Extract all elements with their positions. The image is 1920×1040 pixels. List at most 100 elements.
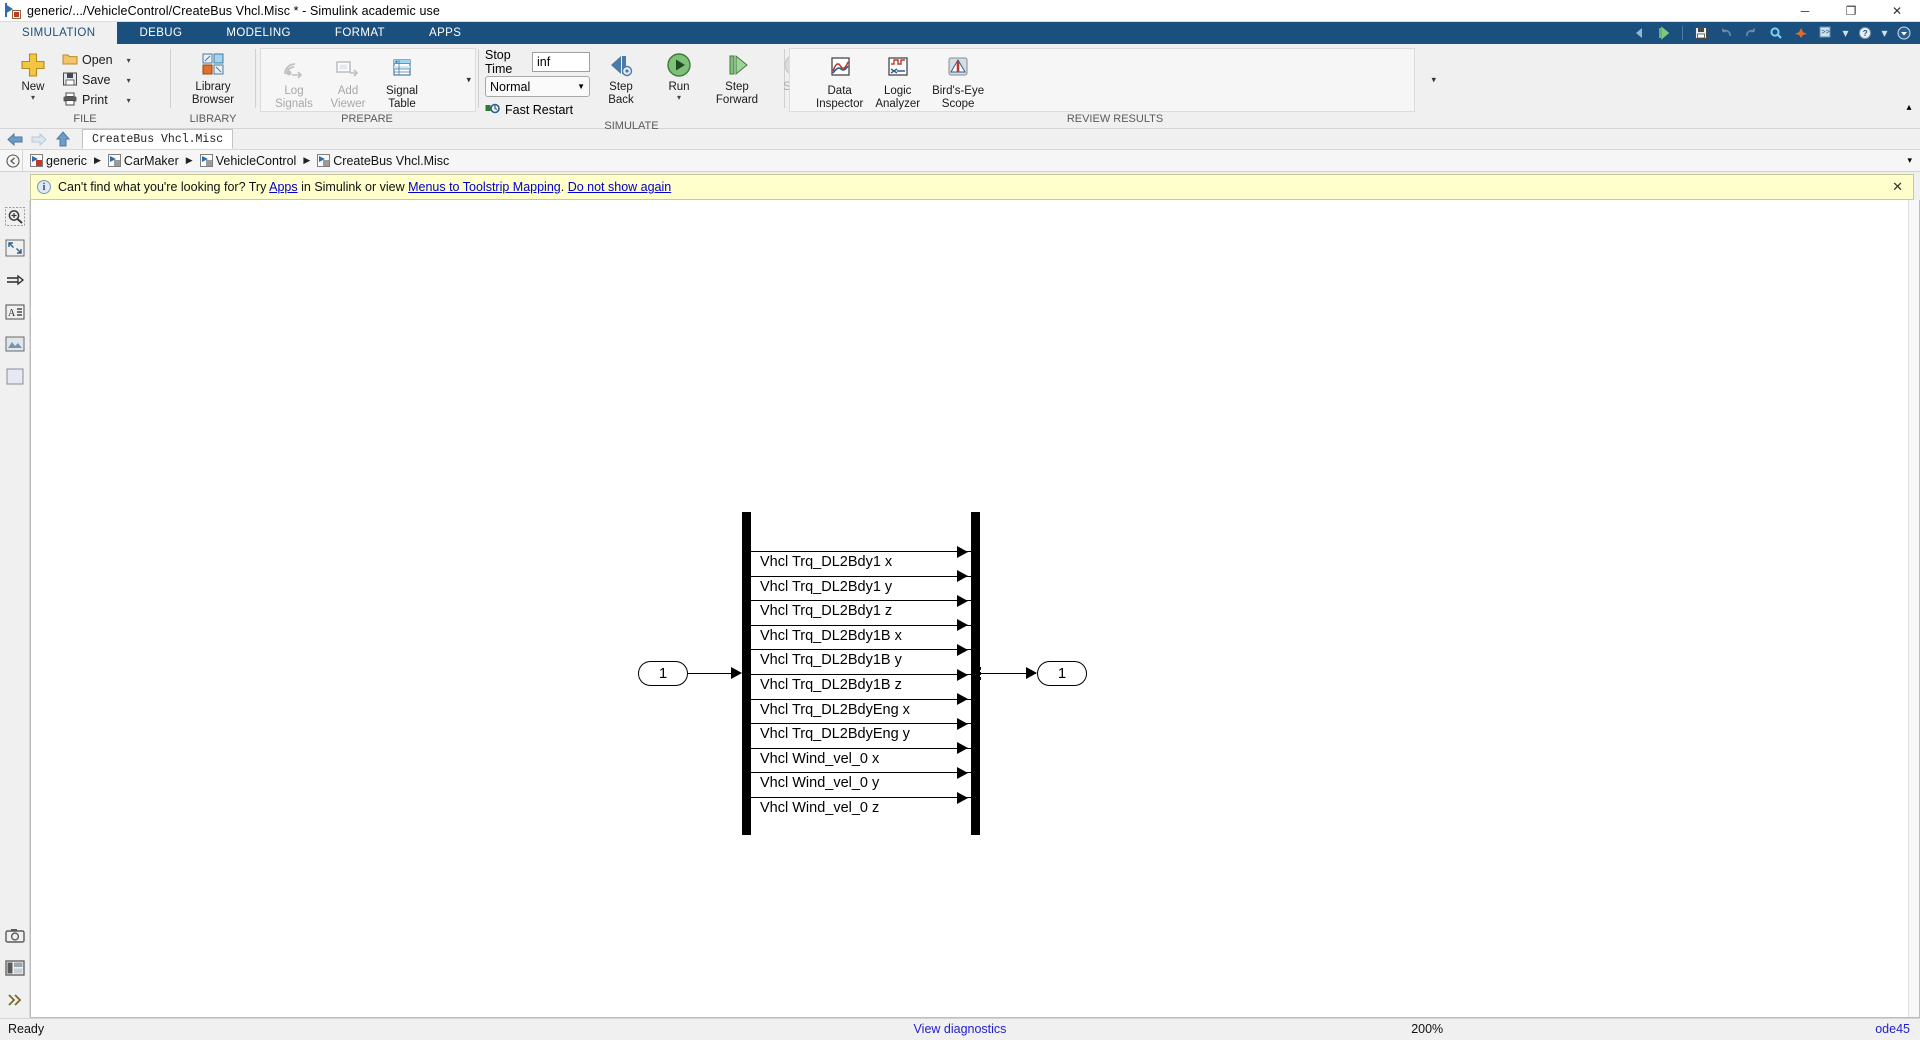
forward-arrow-icon[interactable] — [28, 130, 50, 149]
breadcrumb-item-carmaker[interactable]: CarMaker — [106, 154, 181, 168]
step-back-button[interactable]: Step Back — [594, 48, 648, 106]
printer-icon — [62, 92, 78, 109]
banner-close-icon[interactable]: ✕ — [1888, 179, 1907, 195]
breadcrumb-expand-icon[interactable]: ▾ — [1907, 155, 1920, 166]
bus-signal-label[interactable]: Vhcl Trq_DL2Bdy1 x — [760, 554, 892, 570]
outport-block[interactable]: 1 — [1037, 661, 1087, 686]
outport-label: 1 — [1057, 665, 1067, 682]
print-button-label: Print — [82, 93, 108, 107]
qat-help-icon[interactable]: ? — [1855, 24, 1875, 42]
prepare-overflow-caret-icon[interactable]: ▾ — [466, 75, 471, 86]
bus-signal-label[interactable]: Vhcl Trq_DL2Bdy1B x — [760, 628, 902, 644]
qat-back-arrow-icon[interactable] — [1629, 24, 1649, 42]
bus-selector-input-bar[interactable] — [742, 512, 751, 835]
inport-block[interactable]: 1 — [638, 661, 688, 686]
qat-search-icon[interactable] — [1766, 24, 1786, 42]
bus-signal-label[interactable]: Vhcl Trq_DL2Bdy1 z — [760, 603, 892, 619]
input-wire[interactable] — [688, 673, 734, 675]
ribbon-group-library: Library Browser LIBRARY — [171, 44, 255, 128]
bus-signal-label[interactable]: Vhcl Trq_DL2Bdy1B y — [760, 652, 902, 668]
save-button[interactable]: Save ▾ — [60, 70, 133, 90]
banner-link-dismiss[interactable]: Do not show again — [568, 180, 672, 194]
qat-help-caret-icon[interactable]: ▾ — [1880, 24, 1889, 42]
tab-apps[interactable]: APPS — [407, 22, 483, 44]
ribbon-collapse-icon[interactable]: ▴ — [1906, 102, 1911, 113]
bus-signal-arrow-icon — [957, 693, 968, 706]
tab-modeling[interactable]: MODELING — [204, 22, 313, 44]
close-button[interactable]: ✕ — [1874, 0, 1920, 21]
banner-link-apps[interactable]: Apps — [269, 180, 298, 194]
breadcrumb-item-createbus[interactable]: CreateBus Vhcl.Misc — [315, 154, 451, 168]
fit-to-view-icon[interactable] — [4, 238, 26, 258]
log-signals-button[interactable]: Log Signals — [267, 52, 321, 110]
add-viewer-button[interactable]: Add Viewer — [321, 52, 375, 110]
plus-icon — [20, 50, 46, 80]
layout-icon[interactable] — [4, 958, 26, 978]
back-arrow-icon[interactable] — [4, 130, 26, 149]
new-button[interactable]: New ▾ — [6, 48, 60, 102]
model-tab[interactable]: CreateBus Vhcl.Misc — [82, 129, 234, 149]
stop-time-input[interactable] — [532, 51, 590, 72]
save-caret-icon[interactable]: ▾ — [117, 76, 131, 85]
qat-shortcuts-icon[interactable]: >> — [1816, 24, 1836, 42]
tab-debug[interactable]: DEBUG — [117, 22, 204, 44]
inport-label: 1 — [658, 665, 668, 682]
simulink-app-icon — [5, 2, 21, 19]
print-caret-icon[interactable]: ▾ — [117, 96, 131, 105]
status-view-diagnostics-link[interactable]: View diagnostics — [914, 1022, 1007, 1036]
qat-redo-icon[interactable] — [1741, 24, 1761, 42]
camera-icon[interactable] — [4, 926, 26, 946]
area-icon[interactable] — [4, 366, 26, 386]
qat-separator — [1682, 26, 1683, 40]
bus-signal-label[interactable]: Vhcl Wind_vel_0 z — [760, 800, 879, 816]
library-browser-button[interactable]: Library Browser — [186, 48, 240, 106]
image-icon[interactable] — [4, 334, 26, 354]
run-button[interactable]: Run ▾ — [652, 48, 706, 102]
breadcrumb-item-generic[interactable]: generic — [28, 154, 89, 168]
logic-analyzer-button[interactable]: Logic Analyzer — [869, 52, 926, 110]
qat-matlab-icon[interactable] — [1791, 24, 1811, 42]
banner-link-mapping[interactable]: Menus to Toolstrip Mapping — [408, 180, 561, 194]
qat-run-icon[interactable] — [1654, 24, 1674, 42]
bus-signal-label[interactable]: Vhcl Trq_DL2Bdy1B z — [760, 677, 902, 693]
bus-signal-label[interactable]: Vhcl Wind_vel_0 y — [760, 775, 879, 791]
chevron-double-right-icon[interactable] — [4, 990, 26, 1010]
bus-signal-label[interactable]: Vhcl Wind_vel_0 x — [760, 751, 879, 767]
qat-save-icon[interactable] — [1691, 24, 1711, 42]
bus-signal-label[interactable]: Vhcl Trq_DL2BdyEng y — [760, 726, 910, 742]
qat-undo-icon[interactable] — [1716, 24, 1736, 42]
minimize-button[interactable]: ─ — [1782, 0, 1828, 21]
review-results-overflow-caret-icon[interactable]: ▾ — [1431, 75, 1436, 86]
canvas-vertical-scrollbar[interactable] — [1908, 200, 1919, 1017]
bus-signal-arrow-icon — [957, 791, 968, 804]
bus-signal-label[interactable]: Vhcl Trq_DL2Bdy1 y — [760, 579, 892, 595]
fast-restart-toggle[interactable]: Fast Restart — [485, 101, 590, 119]
qat-shortcuts-caret-icon[interactable]: ▾ — [1841, 24, 1850, 42]
bus-signal-label[interactable]: Vhcl Trq_DL2BdyEng x — [760, 702, 910, 718]
tab-simulation[interactable]: SIMULATION — [0, 22, 118, 44]
status-solver[interactable]: ode45 — [1875, 1022, 1920, 1036]
print-button[interactable]: Print ▾ — [60, 90, 133, 110]
run-caret-icon[interactable]: ▾ — [677, 94, 681, 102]
signal-table-button[interactable]: Signal Table — [375, 52, 429, 110]
step-forward-button[interactable]: Step Forward — [710, 48, 764, 106]
annotation-icon[interactable]: A — [4, 302, 26, 322]
open-caret-icon[interactable]: ▾ — [117, 56, 131, 65]
model-canvas[interactable]: 1 Vhcl Trq_DL2Bdy1 x Vhcl Trq_DL2Bdy1 y Vh… — [30, 200, 1920, 1018]
run-icon — [664, 50, 694, 80]
zoom-tool-icon[interactable] — [4, 206, 26, 226]
simulation-mode-select[interactable]: Normal ▼ — [485, 76, 590, 97]
signal-routing-icon[interactable] — [4, 270, 26, 290]
qat-more-icon[interactable] — [1894, 24, 1914, 42]
data-inspector-button[interactable]: Data Inspector — [810, 52, 869, 110]
open-button-label: Open — [82, 53, 113, 67]
tab-format[interactable]: FORMAT — [313, 22, 407, 44]
up-arrow-icon[interactable] — [52, 130, 74, 149]
open-button[interactable]: Open ▾ — [60, 50, 133, 70]
maximize-button[interactable]: ❐ — [1828, 0, 1874, 21]
breadcrumb-back-icon[interactable] — [4, 153, 22, 168]
new-caret-icon[interactable]: ▾ — [31, 94, 35, 102]
birds-eye-scope-button[interactable]: Bird's-Eye Scope — [926, 52, 990, 110]
status-zoom-level[interactable]: 200% — [1411, 1022, 1443, 1036]
breadcrumb-item-vehiclecontrol[interactable]: VehicleControl — [198, 154, 299, 168]
